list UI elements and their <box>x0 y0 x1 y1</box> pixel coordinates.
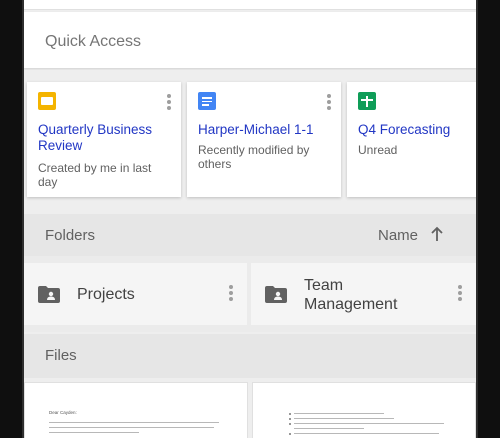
more-vert-icon[interactable] <box>327 94 331 110</box>
quick-access-card[interactable]: Q4 Forecasting Unread <box>347 82 476 197</box>
quick-access-header: Quick Access <box>24 12 476 68</box>
arrow-up-icon[interactable] <box>430 226 444 242</box>
sheets-icon <box>358 92 376 110</box>
quick-access-strip: Quarterly Business Review Created by me … <box>24 70 476 208</box>
more-vert-icon[interactable] <box>167 94 171 110</box>
folders-grid: Projects Team Management <box>24 256 476 332</box>
card-subtitle: Created by me in last day <box>38 161 152 189</box>
device-bezel-right <box>476 0 500 438</box>
drive-screen: Quick Access Quarterly Business Review C… <box>24 0 476 438</box>
shared-folder-icon <box>38 286 60 303</box>
file-thumbnail-list[interactable] <box>252 382 476 438</box>
quick-access-title: Quick Access <box>45 33 142 50</box>
phone-device: Quick Access Quarterly Business Review C… <box>0 0 500 438</box>
files-grid: Dear Cayden: <box>24 378 476 438</box>
folder-name: Projects <box>77 286 135 303</box>
quick-access-card[interactable]: Quarterly Business Review Created by me … <box>27 82 181 197</box>
more-vert-icon[interactable] <box>229 285 233 303</box>
thumbnail-greeting: Dear Cayden: <box>49 410 77 415</box>
folders-title: Folders <box>45 227 96 244</box>
quick-access-card[interactable]: Harper-Michael 1-1 Recently modified by … <box>187 82 341 197</box>
docs-icon <box>198 92 216 110</box>
folder-name: Team Management <box>304 277 398 313</box>
card-subtitle: Unread <box>358 143 398 157</box>
folders-header: Folders Name <box>24 214 476 256</box>
slides-icon <box>38 92 56 110</box>
card-title: Q4 Forecasting <box>358 122 451 137</box>
device-bezel-left <box>0 0 24 438</box>
files-title: Files <box>45 347 77 364</box>
top-app-bar <box>24 0 476 10</box>
folder-item-projects[interactable]: Projects <box>24 263 247 325</box>
sort-by-name-button[interactable]: Name <box>378 227 418 244</box>
files-header: Files <box>24 334 476 378</box>
shared-folder-icon <box>265 286 287 303</box>
more-vert-icon[interactable] <box>458 285 462 303</box>
folder-item-team-management[interactable]: Team Management <box>251 263 476 325</box>
card-title: Harper-Michael 1-1 <box>198 122 314 137</box>
file-thumbnail-letter[interactable]: Dear Cayden: <box>24 382 248 438</box>
card-title: Quarterly Business Review <box>38 122 153 153</box>
card-subtitle: Recently modified by others <box>198 143 310 171</box>
